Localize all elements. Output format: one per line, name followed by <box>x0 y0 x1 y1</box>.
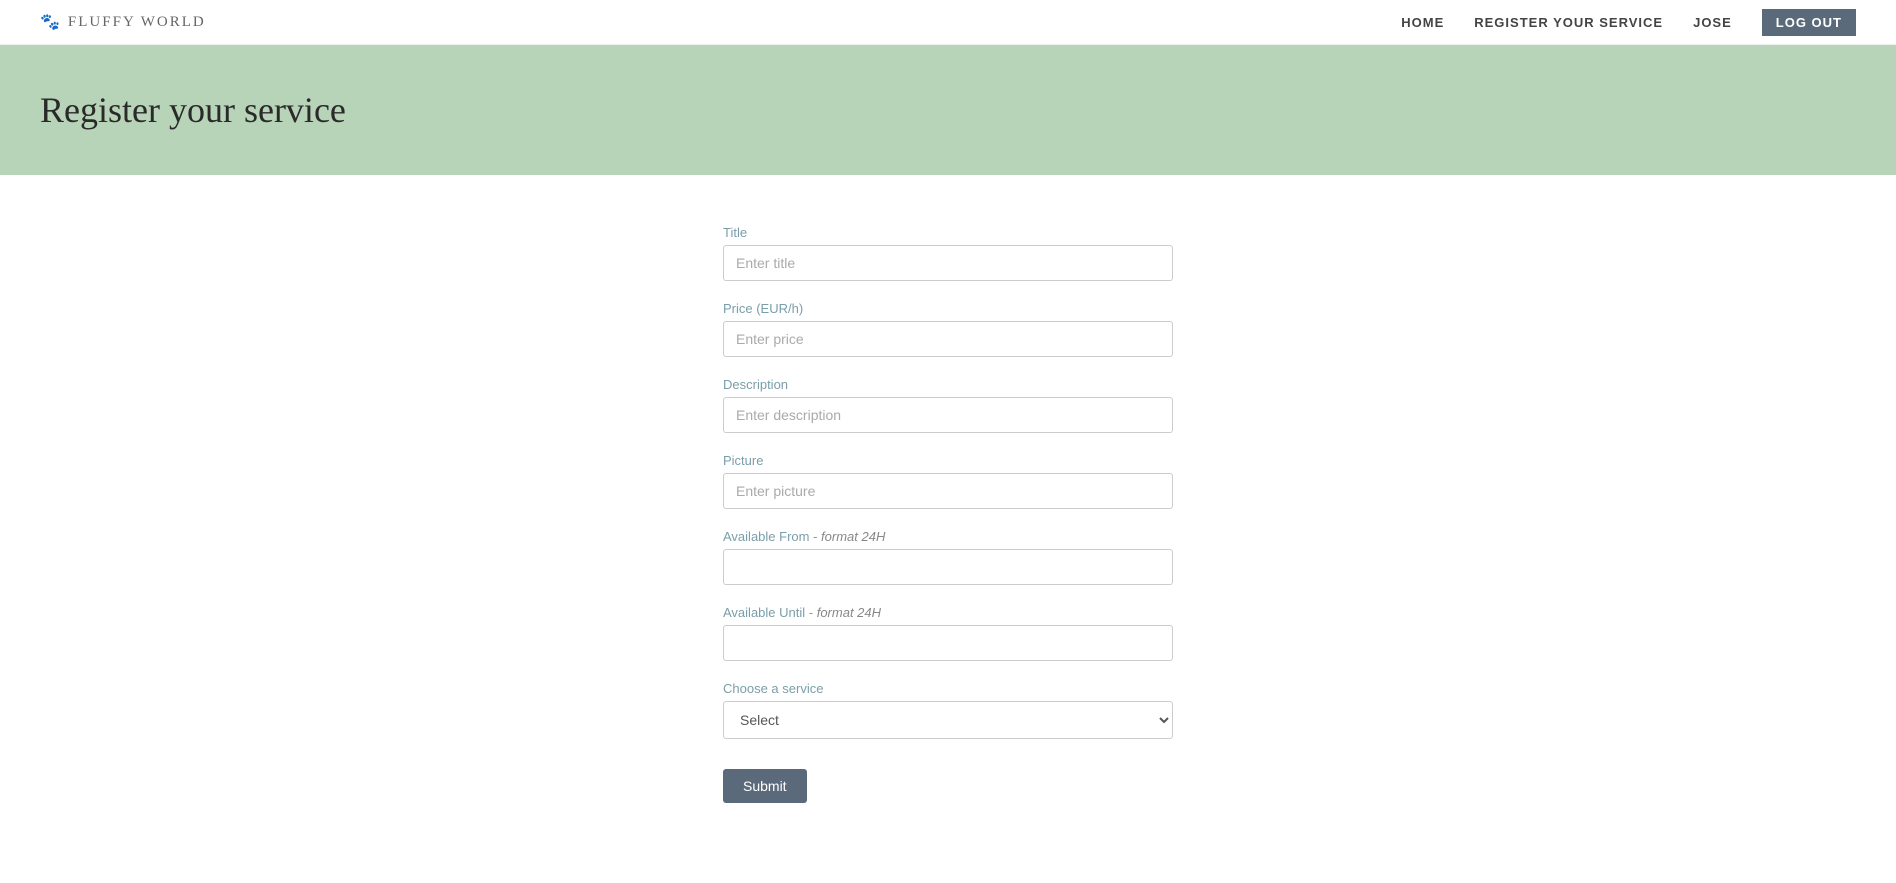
brand-logo: 🐾 FLUFFY WORLD <box>40 12 206 32</box>
price-input[interactable] <box>723 321 1173 357</box>
form-section: Title Price (EUR/h) Description Picture … <box>0 175 1896 883</box>
nav-register-service[interactable]: REGISTER YOUR SERVICE <box>1474 15 1663 30</box>
picture-label: Picture <box>723 453 1173 468</box>
title-group: Title <box>723 225 1173 281</box>
description-group: Description <box>723 377 1173 433</box>
title-input[interactable] <box>723 245 1173 281</box>
description-input[interactable] <box>723 397 1173 433</box>
picture-group: Picture <box>723 453 1173 509</box>
service-type-group: Choose a service Select <box>723 681 1173 739</box>
nav-home[interactable]: HOME <box>1401 15 1444 30</box>
submit-button[interactable]: Submit <box>723 769 807 803</box>
available-from-label: Available From - format 24H <box>723 529 1173 544</box>
form-container: Title Price (EUR/h) Description Picture … <box>723 225 1173 803</box>
brand-name: FLUFFY WORLD <box>68 14 206 31</box>
navbar: 🐾 FLUFFY WORLD HOME REGISTER YOUR SERVIC… <box>0 0 1896 45</box>
price-label: Price (EUR/h) <box>723 301 1173 316</box>
page-title: Register your service <box>40 89 346 131</box>
service-type-label: Choose a service <box>723 681 1173 696</box>
picture-input[interactable] <box>723 473 1173 509</box>
service-type-select[interactable]: Select <box>723 701 1173 739</box>
hero-banner: Register your service <box>0 45 1896 175</box>
title-label: Title <box>723 225 1173 240</box>
available-until-input[interactable]: 21 <box>723 625 1173 661</box>
nav-user: JOSE <box>1693 15 1732 30</box>
available-until-text: Available Until - <box>723 605 813 620</box>
available-from-format: format 24H <box>821 529 885 544</box>
available-from-input[interactable]: 10 <box>723 549 1173 585</box>
available-from-text: Available From - <box>723 529 817 544</box>
price-group: Price (EUR/h) <box>723 301 1173 357</box>
available-from-group: Available From - format 24H 10 <box>723 529 1173 585</box>
description-label: Description <box>723 377 1173 392</box>
paw-icon: 🐾 <box>40 12 62 32</box>
available-until-group: Available Until - format 24H 21 <box>723 605 1173 661</box>
available-until-format: format 24H <box>817 605 881 620</box>
navbar-links: HOME REGISTER YOUR SERVICE JOSE LOG OUT <box>1401 9 1856 36</box>
logout-button[interactable]: LOG OUT <box>1762 9 1856 36</box>
available-until-label: Available Until - format 24H <box>723 605 1173 620</box>
